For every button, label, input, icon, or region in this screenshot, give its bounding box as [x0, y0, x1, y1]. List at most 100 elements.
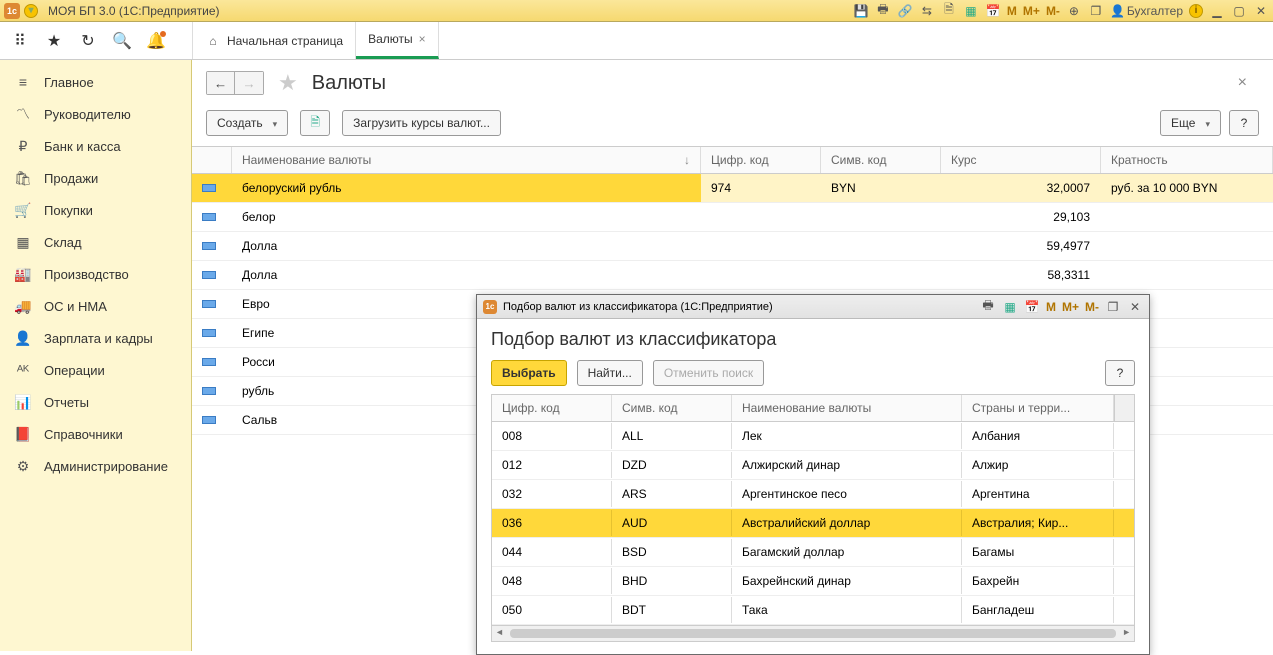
modal-calendar-icon[interactable]: 📅	[1024, 299, 1040, 315]
sidebar-item-12[interactable]: ⚙Администрирование	[0, 450, 191, 482]
mgrid-vscroll[interactable]	[1114, 395, 1134, 421]
bell-icon[interactable]: 🔔	[148, 33, 164, 49]
classifier-row[interactable]: 032ARSАргентинское песоАргентина	[492, 480, 1134, 509]
col-code[interactable]: Цифр. код	[701, 147, 821, 173]
tab-currencies[interactable]: Валюты ×	[356, 22, 439, 59]
sidebar-item-0[interactable]: ≡Главное	[0, 66, 191, 98]
sidebar-item-6[interactable]: 🏭Производство	[0, 258, 191, 290]
windows-icon[interactable]: ❐	[1088, 3, 1104, 19]
load-rates-label: Загрузить курсы валют...	[353, 116, 490, 130]
mcol-country[interactable]: Страны и терри...	[962, 395, 1114, 421]
refresh-button[interactable]: 🗎	[300, 110, 330, 136]
calendar-icon[interactable]: 📅	[985, 3, 1001, 19]
sidebar-item-1[interactable]: 〽Руководителю	[0, 98, 191, 130]
sidebar-item-label: Покупки	[44, 203, 93, 218]
mcol-name[interactable]: Наименование валюты	[732, 395, 962, 421]
mcell-code: 012	[492, 452, 612, 478]
modal-mplus-button[interactable]: M+	[1062, 300, 1079, 314]
col-sym[interactable]: Симв. код	[821, 147, 941, 173]
tab-home[interactable]: ⌂ Начальная страница	[192, 22, 356, 59]
classifier-row[interactable]: 036AUDАвстралийский долларАвстралия; Кир…	[492, 509, 1134, 538]
select-button[interactable]: Выбрать	[491, 360, 567, 386]
mcell-country: Бахрейн	[962, 568, 1114, 594]
print-icon[interactable]: 🖶	[875, 3, 891, 19]
sidebar-item-8[interactable]: 👤Зарплата и кадры	[0, 322, 191, 354]
more-button[interactable]: Еще	[1160, 110, 1221, 136]
maximize-icon[interactable]: ▢	[1231, 3, 1247, 19]
sidebar-icon: 🏭	[14, 266, 32, 282]
memory-mminus-button[interactable]: M-	[1046, 4, 1060, 18]
modal-restore-icon[interactable]: ❐	[1105, 299, 1121, 315]
calc-icon[interactable]: 🗎	[941, 3, 957, 19]
col-mult[interactable]: Кратность	[1101, 147, 1273, 173]
mcell-country: Алжир	[962, 452, 1114, 478]
zoom-in-icon[interactable]: ⊕	[1066, 3, 1082, 19]
sidebar-item-5[interactable]: ▦Склад	[0, 226, 191, 258]
user-indicator[interactable]: 👤 Бухгалтер	[1110, 4, 1183, 18]
mcol-code[interactable]: Цифр. код	[492, 395, 612, 421]
table-row[interactable]: Долла58,3311	[192, 261, 1273, 290]
compare-icon[interactable]: ⇆	[919, 3, 935, 19]
classifier-row[interactable]: 044BSDБагамский долларБагамы	[492, 538, 1134, 567]
table-row[interactable]: Долла59,4977	[192, 232, 1273, 261]
nav-back-button[interactable]: ←	[207, 72, 235, 94]
modal-mminus-button[interactable]: M-	[1085, 300, 1099, 314]
sidebar-item-4[interactable]: 🛒Покупки	[0, 194, 191, 226]
apps-icon[interactable]: ⠿	[12, 33, 28, 49]
sort-indicator-icon: ↓	[684, 153, 690, 167]
sidebar-item-7[interactable]: 🚚ОС и НМА	[0, 290, 191, 322]
save-icon[interactable]: 💾	[853, 3, 869, 19]
table-row[interactable]: белор29,103	[192, 203, 1273, 232]
info-icon[interactable]: i	[1189, 4, 1203, 18]
find-button[interactable]: Найти...	[577, 360, 643, 386]
memory-mplus-button[interactable]: M+	[1023, 4, 1040, 18]
favorite-star-icon[interactable]: ★	[278, 70, 298, 96]
col-icon[interactable]	[192, 147, 232, 173]
star-icon[interactable]: ★	[46, 33, 62, 49]
sidebar-item-3[interactable]: 🛍Продажи	[0, 162, 191, 194]
create-button[interactable]: Создать	[206, 110, 288, 136]
classifier-row[interactable]: 050BDTТакаБангладеш	[492, 596, 1134, 625]
more-label: Еще	[1171, 116, 1195, 130]
sidebar-item-10[interactable]: 📊Отчеты	[0, 386, 191, 418]
classifier-row[interactable]: 012DZDАлжирский динарАлжир	[492, 451, 1134, 480]
minimize-icon[interactable]: ▁	[1209, 3, 1225, 19]
help-button[interactable]: ?	[1229, 110, 1259, 136]
classifier-row[interactable]: 008ALLЛекАлбания	[492, 422, 1134, 451]
mgrid-hscroll[interactable]	[492, 625, 1134, 641]
memory-m-button[interactable]: M	[1007, 4, 1017, 18]
page-title: Валюты	[312, 72, 386, 95]
sidebar-icon: 〽	[14, 106, 32, 122]
modal-m-button[interactable]: M	[1046, 300, 1056, 314]
sidebar-item-11[interactable]: 📕Справочники	[0, 418, 191, 450]
sidebar-item-2[interactable]: ₽Банк и касса	[0, 130, 191, 162]
modal-help-button[interactable]: ?	[1105, 360, 1135, 386]
close-icon[interactable]: ✕	[1253, 3, 1269, 19]
modal-print-icon[interactable]: 🖶	[980, 299, 996, 315]
classifier-row[interactable]: 048BHDБахрейнский динарБахрейн	[492, 567, 1134, 596]
cell-name: Долла	[232, 261, 701, 289]
col-rate[interactable]: Курс	[941, 147, 1101, 173]
load-rates-button[interactable]: Загрузить курсы валют...	[342, 110, 501, 136]
search-icon[interactable]: 🔍	[114, 33, 130, 49]
sidebar-item-9[interactable]: ᴬᴷОперации	[0, 354, 191, 386]
page-close-icon[interactable]: ×	[1238, 74, 1259, 92]
mcell-sym: ALL	[612, 423, 732, 449]
modal-close-icon[interactable]: ✕	[1127, 299, 1143, 315]
modal-titlebar: 1c Подбор валют из классификатора (1С:Пр…	[477, 295, 1149, 319]
mcell-code: 008	[492, 423, 612, 449]
mcol-sym[interactable]: Симв. код	[612, 395, 732, 421]
mcell-sym: BHD	[612, 568, 732, 594]
col-name[interactable]: Наименование валюты↓	[232, 147, 701, 173]
grid-icon[interactable]: ▦	[963, 3, 979, 19]
nav-forward-button[interactable]: →	[235, 72, 263, 94]
app-logo-icon: 1c	[4, 3, 20, 19]
dropdown-icon[interactable]: ▾	[24, 4, 38, 18]
sidebar-item-label: Администрирование	[44, 459, 168, 474]
history-icon[interactable]: ↻	[80, 33, 96, 49]
tab-close-icon[interactable]: ×	[419, 32, 426, 46]
link-icon[interactable]: 🔗	[897, 3, 913, 19]
sidebar-icon: ≡	[14, 74, 32, 90]
modal-grid-icon[interactable]: ▦	[1002, 299, 1018, 315]
table-row[interactable]: белоруский рубль974BYN32,0007руб. за 10 …	[192, 174, 1273, 203]
